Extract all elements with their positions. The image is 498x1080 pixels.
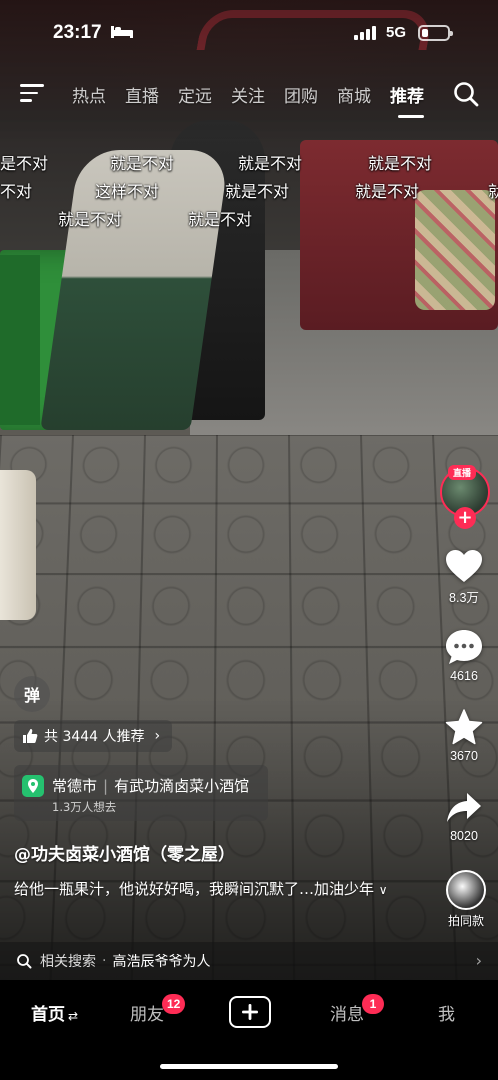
author-name[interactable]: @功夫卤菜小酒馆（零之屋） <box>14 840 235 865</box>
related-search-query: 高浩辰爷爷为人 <box>112 954 211 970</box>
plus-icon <box>242 1004 258 1020</box>
video-description[interactable]: 给他一瓶果汁，他说好好喝，我瞬间沉默了…加油少年 ∨ <box>14 878 424 901</box>
switch-feed-icon[interactable]: ⇄ <box>68 1009 78 1023</box>
share-icon <box>447 793 481 822</box>
danmaku-comment: 就 <box>488 182 498 201</box>
tab-6[interactable]: 推荐 <box>390 82 443 107</box>
sleep-mode-icon <box>111 26 133 38</box>
live-badge: 直播 <box>448 465 477 480</box>
danmaku-comment: 不对 <box>0 182 33 201</box>
recommend-text: 共 3444 人推荐 <box>44 729 145 745</box>
danmaku-comment: 是不对 <box>0 154 49 173</box>
expand-description-icon[interactable]: ∨ <box>379 883 388 897</box>
poi-title: 常德市 | 有武功滴卤菜小酒馆 <box>52 775 249 796</box>
search-icon-small <box>17 954 32 969</box>
like-button[interactable]: 8.3万 <box>436 549 492 606</box>
tab-1[interactable]: 直播 <box>125 82 178 107</box>
description-text: 给他一瓶果汁，他说好好喝，我瞬间沉默了…加油少年 <box>14 880 375 898</box>
danmaku-comment: 就是不对 <box>110 154 175 173</box>
home-indicator <box>160 1064 338 1069</box>
status-bar: 23:17 5G <box>0 0 498 64</box>
create-button[interactable] <box>229 996 271 1028</box>
related-search-dot: · <box>102 953 107 969</box>
location-pin-icon <box>22 775 44 797</box>
share-count: 8020 <box>450 829 478 843</box>
menu-icon[interactable] <box>20 84 44 104</box>
danmaku-comment: 就是不对 <box>355 182 420 201</box>
favorite-count: 3670 <box>450 749 478 763</box>
tab-0[interactable]: 热点 <box>72 82 125 107</box>
author-avatar-button[interactable]: 直播 + <box>438 465 492 529</box>
poi-card[interactable]: 常德市 | 有武功滴卤菜小酒馆 1.3万人想去 <box>14 765 268 821</box>
tab-4[interactable]: 团购 <box>284 82 337 107</box>
chevron-right-icon: › <box>154 728 161 744</box>
tab-home[interactable]: 首页 ⇄ <box>31 1000 78 1025</box>
thumbs-up-icon <box>23 729 38 743</box>
heart-icon <box>446 550 482 582</box>
chevron-right-icon: › <box>475 951 482 970</box>
tab-friends-label: 朋友 <box>130 1005 164 1025</box>
danmaku-comment: 就是不对 <box>368 154 433 173</box>
poi-want-to-go: 1.3万人想去 <box>52 800 117 814</box>
recommend-pill[interactable]: 共 3444 人推荐 › <box>14 720 173 752</box>
share-button[interactable]: 8020 <box>436 791 492 843</box>
danmaku-comment: 就是不对 <box>188 210 253 229</box>
like-count: 8.3万 <box>449 591 479 605</box>
poi-name: 有武功滴卤菜小酒馆 <box>114 777 250 795</box>
tab-2[interactable]: 定远 <box>178 82 231 107</box>
active-tab-indicator <box>398 115 424 118</box>
follow-button[interactable]: + <box>454 507 476 529</box>
top-tabs: 热点 直播 定远 关注 团购 商城 推荐 <box>72 82 443 107</box>
comment-count: 4616 <box>450 669 478 683</box>
tab-messages-label: 消息 <box>330 1005 364 1025</box>
battery-icon <box>418 25 453 41</box>
danmaku-comment: 这样不对 <box>95 182 160 201</box>
comment-button[interactable]: 4616 <box>436 629 492 683</box>
related-search-label: 相关搜索 <box>40 954 96 970</box>
tab-messages[interactable]: 消息 1 <box>330 994 384 1025</box>
video-vignette <box>0 0 498 980</box>
related-search-bar[interactable]: 相关搜索 · 高浩辰爷爷为人 › <box>0 942 498 980</box>
poi-separator: | <box>103 777 109 795</box>
favorite-button[interactable]: 3670 <box>436 709 492 763</box>
tab-3[interactable]: 关注 <box>231 82 284 107</box>
network-type: 5G <box>386 24 407 41</box>
danmaku-toggle-button[interactable]: 弹 <box>14 676 50 712</box>
friends-badge: 12 <box>162 994 186 1014</box>
tab-me[interactable]: 我 <box>438 1000 455 1025</box>
tab-friends[interactable]: 朋友 12 <box>130 994 186 1025</box>
music-disc-icon <box>446 870 486 910</box>
poi-city: 常德市 <box>52 777 98 795</box>
top-navigation: 热点 直播 定远 关注 团购 商城 推荐 <box>0 74 498 118</box>
danmaku-comment: 就是不对 <box>238 154 303 173</box>
messages-badge: 1 <box>362 994 384 1014</box>
danmaku-comment: 就是不对 <box>225 182 290 201</box>
status-time: 23:17 <box>53 22 102 43</box>
tab-home-label: 首页 <box>31 1005 65 1025</box>
comment-icon <box>446 630 482 664</box>
tab-me-label: 我 <box>438 1005 455 1025</box>
star-icon <box>445 709 483 745</box>
same-style-label: 拍同款 <box>447 914 484 928</box>
video-player[interactable] <box>0 0 498 980</box>
danmaku-comment: 就是不对 <box>58 210 123 229</box>
tab-5[interactable]: 商城 <box>337 82 390 107</box>
search-icon[interactable] <box>452 80 480 108</box>
cell-signal-icon <box>354 24 378 40</box>
same-style-button[interactable]: 拍同款 <box>441 870 491 929</box>
